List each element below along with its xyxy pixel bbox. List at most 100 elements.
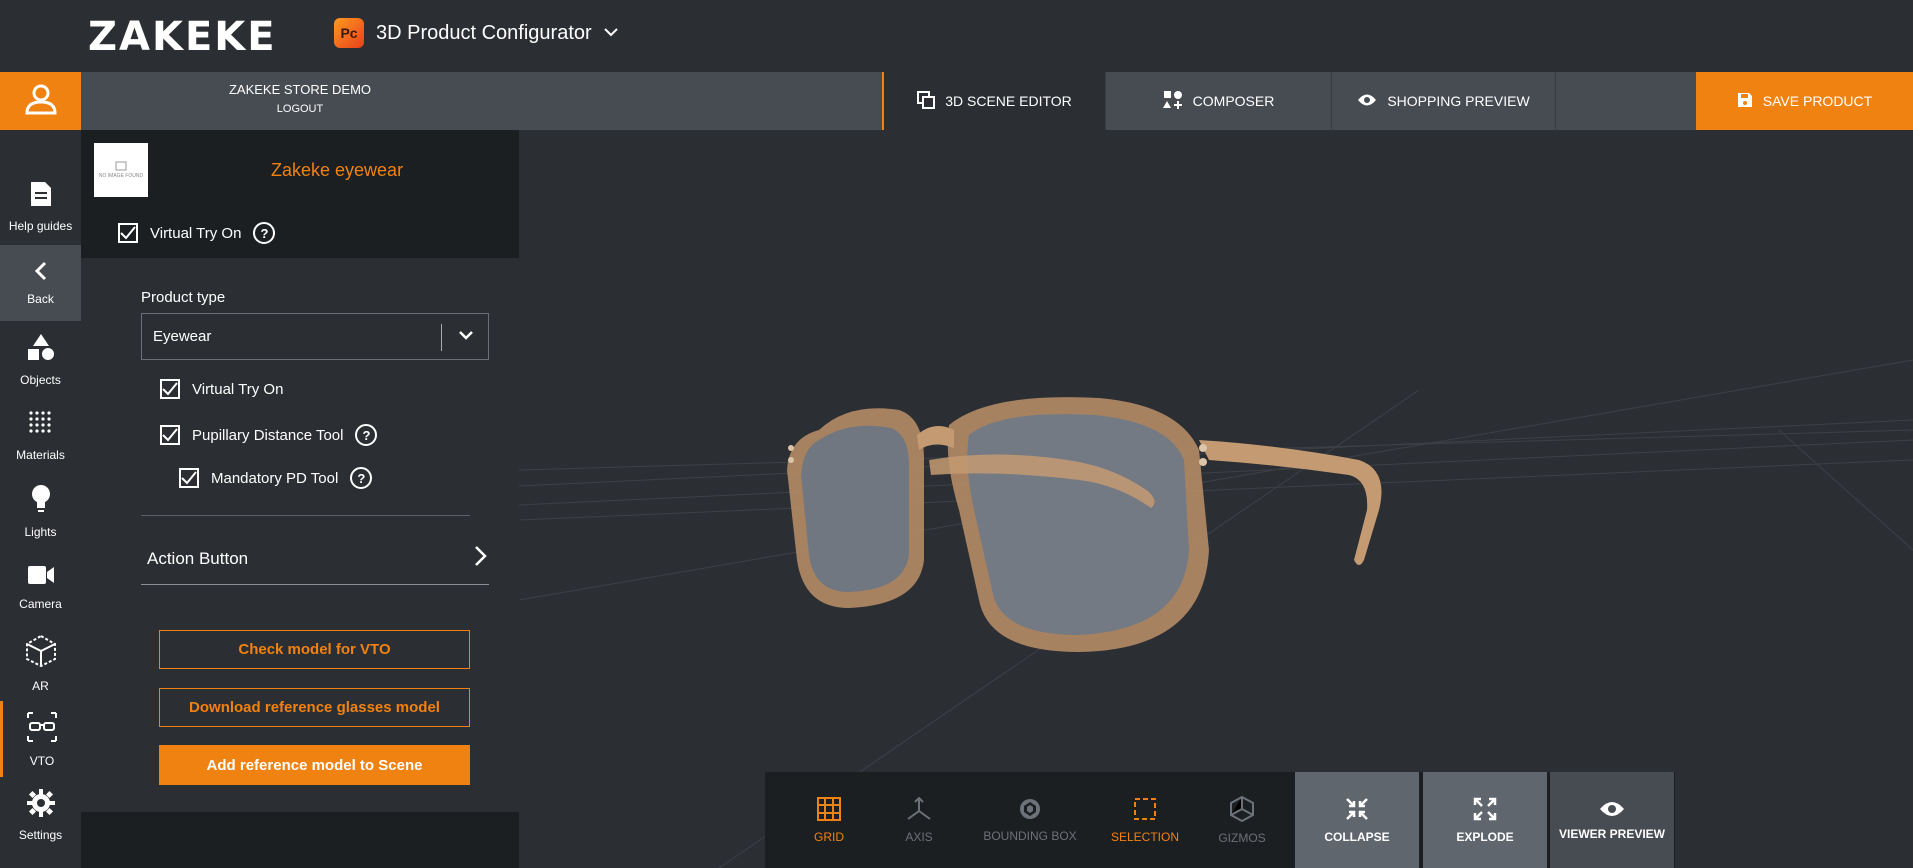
3d-viewport[interactable] <box>519 130 1913 868</box>
logout-link[interactable]: LOGOUT <box>81 103 519 115</box>
glasses-icon <box>26 711 58 748</box>
tool-label: AXIS <box>905 829 933 844</box>
sidebar-item-lights[interactable]: Lights <box>0 473 81 549</box>
session-info: ZAKEKE STORE DEMO LOGOUT <box>81 72 519 130</box>
option-pd-tool-checkbox[interactable] <box>160 425 180 445</box>
tab-shopping-preview[interactable]: SHOPPING PREVIEW <box>1332 72 1556 130</box>
sidebar-item-vto[interactable]: VTO <box>0 701 81 777</box>
option-pupillary-distance-tool: Pupillary Distance Tool ? <box>160 424 378 446</box>
product-name: Zakeke eyewear <box>271 160 404 180</box>
bounding-box-icon <box>1019 798 1041 823</box>
scene-canvas[interactable] <box>519 130 1913 868</box>
action-button-label: Action Button <box>147 548 249 568</box>
action-button-row[interactable]: Action Button <box>141 530 489 587</box>
cube-icon <box>25 634 57 673</box>
help-question-icon[interactable]: ? <box>350 467 373 489</box>
selection-toggle[interactable]: SELECTION <box>1100 772 1190 868</box>
virtual-try-on-label: Virtual Try On <box>150 224 242 242</box>
sidebar-item-settings[interactable]: Settings <box>0 777 81 853</box>
tool-label: EXPLODE <box>1456 829 1514 844</box>
shapes-icon <box>26 332 56 367</box>
tool-label: VIEWER PREVIEW <box>1558 826 1665 841</box>
user-account-button[interactable] <box>0 72 91 130</box>
tool-label: COLLAPSE <box>1324 829 1390 844</box>
eye-icon <box>1357 93 1377 110</box>
checkmark-icon <box>162 428 178 442</box>
tab-3d-scene-editor[interactable]: 3D SCENE EDITOR <box>882 72 1106 130</box>
image-placeholder-icon <box>115 161 127 171</box>
checkmark-icon <box>162 382 178 396</box>
gear-icon <box>26 788 55 822</box>
sidebar-item-materials[interactable]: Materials <box>0 397 81 473</box>
product-type-select[interactable]: Eyewear <box>141 313 489 360</box>
tool-label: GRID <box>814 829 844 844</box>
collapse-icon <box>1345 797 1369 824</box>
option-virtual-try-on-checkbox[interactable] <box>160 379 180 399</box>
tab-label: COMPOSER <box>1192 93 1275 109</box>
product-type-label: Product type <box>141 289 226 306</box>
sidebar-item-help-guides[interactable]: Help guides <box>0 168 81 244</box>
thumb-text: NO IMAGE FOUND <box>98 173 144 179</box>
gizmos-toggle[interactable]: GIZMOS <box>1202 772 1282 868</box>
sidebar-item-label: Objects <box>20 372 61 387</box>
sidebar-item-back[interactable]: Back <box>0 245 81 321</box>
viewport-toolbar: GRID AXIS BOUNDING BOX SELECTION GIZMOS … <box>765 772 1675 868</box>
chevron-down-icon <box>456 325 476 350</box>
eyeglasses-model <box>787 397 1382 652</box>
sidebar-item-label: AR <box>32 678 49 693</box>
tool-label: GIZMOS <box>1218 830 1266 845</box>
viewer-preview-button[interactable]: VIEWER PREVIEW <box>1550 772 1674 868</box>
sidebar-item-camera[interactable]: Camera <box>0 549 81 625</box>
download-reference-button[interactable]: Download reference glasses model <box>159 688 470 727</box>
divider <box>141 584 489 585</box>
sidebar-item-ar[interactable]: AR <box>0 625 81 701</box>
divider <box>141 515 470 516</box>
app-switcher[interactable]: Pc 3D Product Configurator <box>334 18 618 48</box>
floppy-disk-icon <box>1737 92 1753 111</box>
sidebar-item-label: Back <box>27 291 54 306</box>
grid-icon <box>817 796 841 824</box>
add-reference-button[interactable]: Add reference model to Scene <box>159 745 470 785</box>
save-product-button[interactable]: SAVE PRODUCT <box>1696 72 1913 130</box>
checkmark-icon <box>181 471 197 485</box>
configurator-app-icon: Pc <box>334 18 364 48</box>
tab-composer[interactable]: COMPOSER <box>1106 72 1332 130</box>
option-label: Virtual Try On <box>192 380 284 398</box>
bulb-icon <box>30 484 52 519</box>
sidebar-item-label: Help guides <box>8 218 73 233</box>
select-separator <box>441 324 442 351</box>
sidebar-item-objects[interactable]: Objects <box>0 321 81 397</box>
panel-footer <box>81 812 519 868</box>
grid-toggle[interactable]: GRID <box>785 772 873 868</box>
document-icon <box>29 180 53 213</box>
help-question-icon[interactable]: ? <box>253 222 276 244</box>
checkmark-icon <box>120 226 136 240</box>
eye-icon <box>1599 800 1625 821</box>
check-model-button[interactable]: Check model for VTO <box>159 630 470 669</box>
top-bar: ZAKEKE Pc 3D Product Configurator <box>0 0 1913 72</box>
store-name: ZAKEKE STORE DEMO <box>228 82 372 97</box>
no-image-placeholder: NO IMAGE FOUND <box>99 161 143 179</box>
option-mandatory-pd-tool: Mandatory PD Tool ? <box>179 467 373 489</box>
user-icon <box>23 81 59 122</box>
left-nav: Help guides Back Objects Materials Light… <box>0 72 91 868</box>
virtual-try-on-checkbox[interactable] <box>118 223 138 243</box>
camera-icon <box>27 564 55 591</box>
chevron-down-icon <box>603 24 618 42</box>
sidebar-item-label: VTO <box>29 753 55 768</box>
zakeke-logo[interactable]: ZAKEKE <box>88 14 277 60</box>
bounding-box-toggle[interactable]: BOUNDING BOX <box>970 772 1090 868</box>
option-mandatory-pd-checkbox[interactable] <box>179 468 199 488</box>
sidebar-item-label: Lights <box>24 524 57 539</box>
save-product-label: SAVE PRODUCT <box>1762 93 1873 109</box>
help-question-icon[interactable]: ? <box>355 424 378 446</box>
vto-settings-panel: NO IMAGE FOUND Zakeke eyewear Virtual Tr… <box>81 130 519 868</box>
explode-icon <box>1473 797 1497 824</box>
explode-button[interactable]: EXPLODE <box>1423 772 1547 868</box>
axis-icon <box>905 796 933 824</box>
collapse-button[interactable]: COLLAPSE <box>1295 772 1419 868</box>
app-title: 3D Product Configurator <box>376 21 592 44</box>
product-thumbnail[interactable]: NO IMAGE FOUND <box>94 143 148 197</box>
axis-toggle[interactable]: AXIS <box>883 772 955 868</box>
editor-tabs: 3D SCENE EDITOR COMPOSER SHOPPING PREVIE… <box>519 72 1913 130</box>
